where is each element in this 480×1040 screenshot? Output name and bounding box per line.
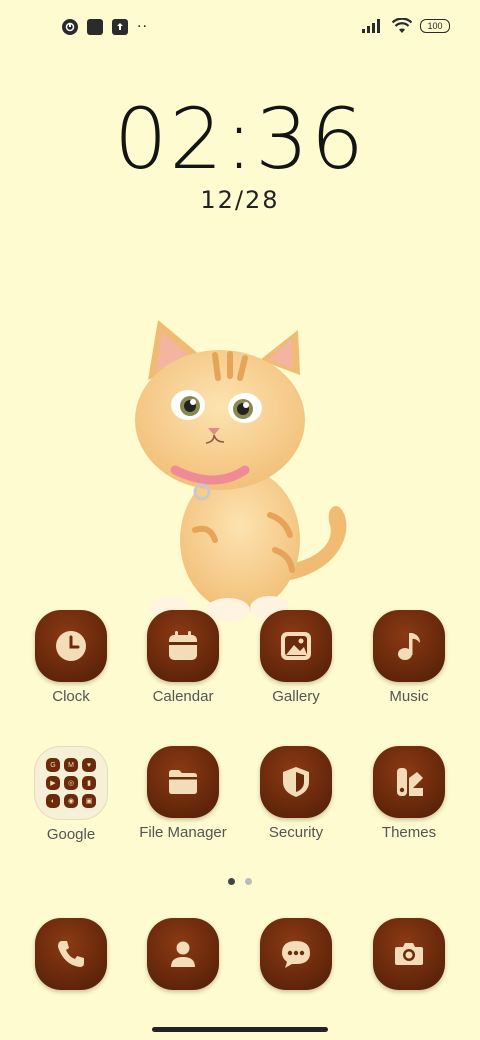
app-label: Themes xyxy=(381,824,437,841)
square-notification-icon xyxy=(87,19,103,35)
more-notifications-icon: ·· xyxy=(137,19,148,35)
folder-mini-app: ▶ xyxy=(46,776,60,790)
page-dot-active[interactable] xyxy=(228,878,235,885)
app-label: Gallery xyxy=(272,688,320,705)
upload-icon xyxy=(112,19,128,35)
app-label: Clock xyxy=(52,688,90,705)
dock-phone[interactable] xyxy=(16,918,126,990)
notification-icons: ·· xyxy=(62,19,148,35)
battery-icon: 100 xyxy=(420,19,450,33)
app-label: Calendar xyxy=(152,688,214,705)
page-indicator xyxy=(0,878,480,885)
contacts-icon[interactable] xyxy=(147,918,219,990)
camera-icon[interactable] xyxy=(373,918,445,990)
clock-date: 12/28 xyxy=(200,186,280,214)
folder-mini-app: ▮ xyxy=(82,776,96,790)
google-folder-icon[interactable]: G M ♥ ▶ ◎ ▮ ◐ ◉ ▣ xyxy=(34,746,108,820)
app-label: Security xyxy=(268,824,324,841)
clock-time[interactable]: 02:36 xyxy=(0,90,480,188)
themes-icon[interactable] xyxy=(373,746,445,818)
gallery-icon[interactable] xyxy=(260,610,332,682)
app-label: Music xyxy=(389,688,429,705)
music-icon[interactable] xyxy=(373,610,445,682)
folder-mini-app: ◐ xyxy=(46,794,60,808)
folder-mini-app: ◎ xyxy=(64,776,78,790)
app-gallery[interactable]: Gallery xyxy=(241,610,351,705)
app-security[interactable]: Security xyxy=(241,746,351,841)
messages-icon[interactable] xyxy=(260,918,332,990)
app-music[interactable]: Music xyxy=(354,610,464,705)
calendar-icon[interactable] xyxy=(147,610,219,682)
folder-mini-app: ◉ xyxy=(64,794,78,808)
dock-messages[interactable] xyxy=(241,918,351,990)
home-gesture-bar[interactable] xyxy=(152,1027,328,1032)
system-icons: 100 xyxy=(362,18,450,34)
signal-icon xyxy=(362,19,380,33)
folder-mini-app: ▣ xyxy=(82,794,96,808)
wallpaper-cat-illustration xyxy=(135,320,347,622)
page-dot[interactable] xyxy=(245,878,252,885)
app-label: File Manager xyxy=(139,824,227,841)
app-label: Google xyxy=(46,826,96,843)
app-themes[interactable]: Themes xyxy=(354,746,464,841)
folder-icon[interactable] xyxy=(147,746,219,818)
folder-google[interactable]: G M ♥ ▶ ◎ ▮ ◐ ◉ ▣ Google xyxy=(16,746,126,843)
app-notification-icon xyxy=(62,19,78,35)
folder-mini-app: G xyxy=(46,758,60,772)
app-clock[interactable]: Clock xyxy=(16,610,126,705)
dock-camera[interactable] xyxy=(354,918,464,990)
folder-mini-app: ♥ xyxy=(82,758,96,772)
status-bar: ·· 100 xyxy=(0,0,480,56)
app-calendar[interactable]: Calendar xyxy=(128,610,238,705)
dock-contacts[interactable] xyxy=(128,918,238,990)
folder-mini-app: M xyxy=(64,758,78,772)
folder-app-grid: G M ♥ ▶ ◎ ▮ ◐ ◉ ▣ xyxy=(46,758,96,808)
shield-icon[interactable] xyxy=(260,746,332,818)
app-file-manager[interactable]: File Manager xyxy=(128,746,238,841)
phone-icon[interactable] xyxy=(35,918,107,990)
wifi-icon xyxy=(392,18,412,33)
clock-icon[interactable] xyxy=(35,610,107,682)
